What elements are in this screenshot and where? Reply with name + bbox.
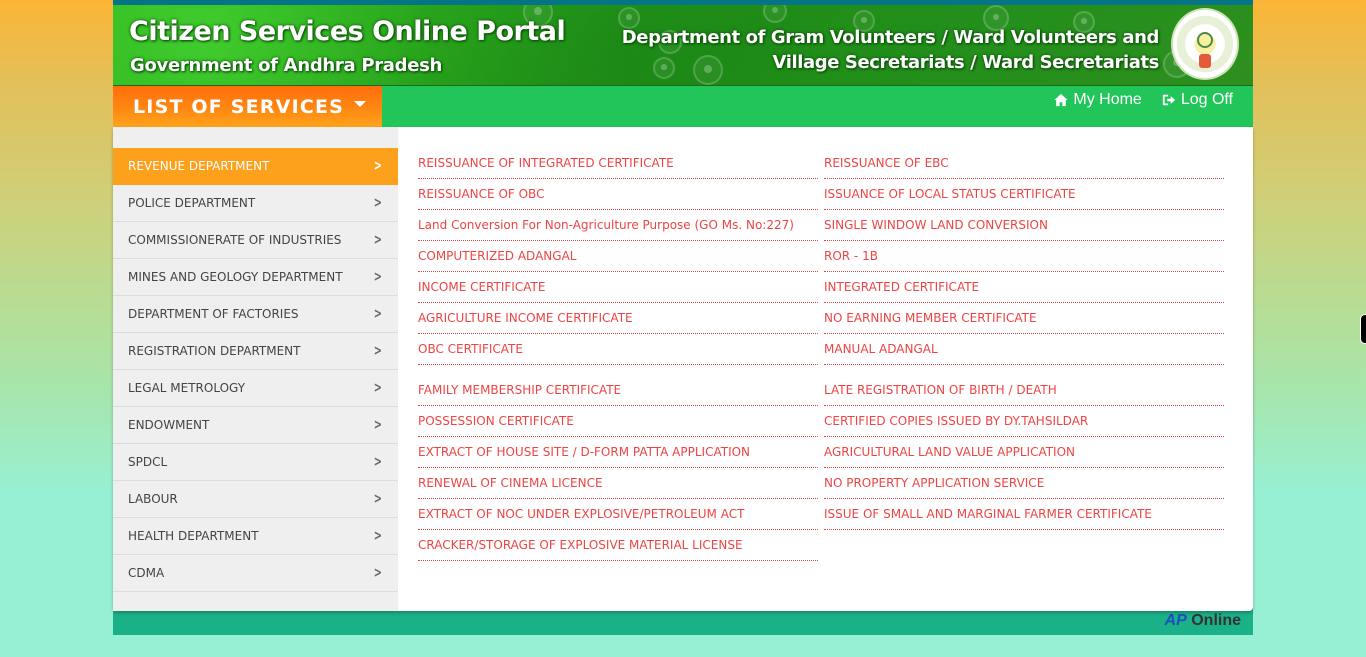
chevron-right-icon: > [374,269,383,285]
service-link[interactable]: AGRICULTURE INCOME CERTIFICATE [418,303,818,334]
sidebar-item-label: REVENUE DEPARTMENT [128,159,270,173]
sidebar-item-label: LABOUR [128,492,178,506]
service-link[interactable]: RENEWAL OF CINEMA LICENCE [418,468,818,499]
chevron-right-icon: > [374,491,383,507]
log-off-link[interactable]: Log Off [1162,91,1233,109]
chevron-right-icon: > [374,417,383,433]
service-link[interactable]: ISSUE OF SMALL AND MARGINAL FARMER CERTI… [824,499,1224,530]
chevron-right-icon: > [374,158,383,174]
sidebar-item[interactable]: CDMA > [113,555,398,592]
sidebar-item-label: REGISTRATION DEPARTMENT [128,344,301,358]
sidebar-item-label: CDMA [128,566,165,580]
list-of-services-label: LIST OF SERVICES [133,95,345,118]
state-emblem-icon [1171,8,1239,80]
service-link[interactable]: NO PROPERTY APPLICATION SERVICE [824,468,1224,499]
sidebar-item-label: HEALTH DEPARTMENT [128,529,259,543]
emblem-wheel [1197,32,1213,48]
nav-bar: LIST OF SERVICES My Home Log Off [113,85,1253,127]
portal-title: Citizen Services Online Portal [129,16,566,47]
service-link[interactable]: AGRICULTURAL LAND VALUE APPLICATION [824,437,1224,468]
service-link[interactable]: CRACKER/STORAGE OF EXPLOSIVE MATERIAL LI… [418,530,818,561]
service-link[interactable]: MANUAL ADANGAL [824,334,1224,365]
sidebar-item-label: COMMISSIONERATE OF INDUSTRIES [128,233,342,247]
sidebar-item-label: MINES AND GEOLOGY DEPARTMENT [128,270,343,284]
chevron-right-icon: > [374,380,383,396]
my-home-link[interactable]: My Home [1054,91,1142,109]
sidebar-item[interactable]: REVENUE DEPARTMENT > [113,148,398,185]
service-link[interactable]: COMPUTERIZED ADANGAL [418,241,818,272]
chevron-right-icon: > [374,232,383,248]
chevron-right-icon: > [374,195,383,211]
main-panel: REVENUE DEPARTMENT > POLICE DEPARTMENT > COM… [113,127,1253,611]
department-title: Department of Gram Volunteers / Ward Vol… [621,25,1160,75]
service-link[interactable]: EXTRACT OF NOC UNDER EXPLOSIVE/PETROLEUM… [418,499,818,530]
ap-online-suffix: Online [1191,612,1241,629]
sidebar-item[interactable]: LABOUR > [113,481,398,518]
side-feedback-tab[interactable] [1360,314,1366,344]
services-panel: REISSUANCE OF INTEGRATED CERTIFICATE REIS… [398,127,1253,611]
decor-bubble [763,5,787,23]
sidebar-item[interactable]: MINES AND GEOLOGY DEPARTMENT > [113,259,398,296]
caret-down-icon [354,101,366,107]
my-home-label: My Home [1073,91,1142,108]
sidebar-item-label: POLICE DEPARTMENT [128,196,256,210]
sidebar-item-label: ENDOWMENT [128,418,210,432]
sidebar-item[interactable]: POLICE DEPARTMENT > [113,185,398,222]
sidebar-item[interactable]: DEPARTMENT OF FACTORIES > [113,296,398,333]
service-link[interactable]: POSSESSION CERTIFICATE [418,406,818,437]
home-icon [1054,93,1068,107]
sidebar-item-label: LEGAL METROLOGY [128,381,246,395]
ap-online-prefix: AP [1164,612,1187,629]
service-link[interactable]: LATE REGISTRATION OF BIRTH / DEATH [824,375,1224,406]
page-wrapper: Citizen Services Online Portal Governmen… [113,0,1253,635]
sidebar-item[interactable]: HEALTH DEPARTMENT > [113,518,398,555]
sidebar-item[interactable]: LEGAL METROLOGY > [113,370,398,407]
sidebar-item[interactable]: SPDCL > [113,444,398,481]
top-links: My Home Log Off [382,86,1253,127]
service-link[interactable]: REISSUANCE OF OBC [418,179,818,210]
chevron-right-icon: > [374,528,383,544]
service-link[interactable]: ROR - 1B [824,241,1224,272]
service-link[interactable]: ISSUANCE OF LOCAL STATUS CERTIFICATE [824,179,1224,210]
portal-subtitle: Government of Andhra Pradesh [130,55,443,76]
service-link[interactable]: REISSUANCE OF INTEGRATED CERTIFICATE [418,148,818,179]
service-link[interactable]: NO EARNING MEMBER CERTIFICATE [824,303,1224,334]
chevron-right-icon: > [374,454,383,470]
emblem-lion-capital [1199,54,1211,68]
sidebar-item-label: SPDCL [128,455,168,469]
sidebar-item[interactable]: ENDOWMENT > [113,407,398,444]
sidebar-item-label: DEPARTMENT OF FACTORIES [128,307,299,321]
chevron-right-icon: > [374,306,383,322]
service-link[interactable]: CERTIFIED COPIES ISSUED BY DY.TAHSILDAR [824,406,1224,437]
service-link[interactable]: FAMILY MEMBERSHIP CERTIFICATE [418,375,818,406]
ap-online-logo: AP Online [1165,612,1241,630]
service-link[interactable]: INTEGRATED CERTIFICATE [824,272,1224,303]
service-link[interactable]: Land Conversion For Non-Agriculture Purp… [418,210,818,241]
service-link[interactable]: INCOME CERTIFICATE [418,272,818,303]
header-banner: Citizen Services Online Portal Governmen… [113,5,1253,85]
department-line-1: Department of Gram Volunteers / Ward Vol… [621,27,1160,48]
service-link[interactable]: SINGLE WINDOW LAND CONVERSION [824,210,1224,241]
sidebar-item[interactable]: REGISTRATION DEPARTMENT > [113,333,398,370]
service-link[interactable]: EXTRACT OF HOUSE SITE / D-FORM PATTA APP… [418,437,818,468]
services-column-right: REISSUANCE OF EBC ISSUANCE OF LOCAL STATU… [824,148,1224,611]
chevron-right-icon: > [374,565,383,581]
service-link[interactable]: REISSUANCE OF EBC [824,148,1224,179]
department-line-2: Village Secretariats / Ward Secretariats [772,52,1159,73]
sidebar-item[interactable]: COMMISSIONERATE OF INDUSTRIES > [113,222,398,259]
sign-out-icon [1162,94,1175,106]
log-off-label: Log Off [1180,91,1233,108]
list-of-services-dropdown[interactable]: LIST OF SERVICES [113,86,382,127]
department-sidebar: REVENUE DEPARTMENT > POLICE DEPARTMENT > COM… [113,127,398,611]
chevron-right-icon: > [374,343,383,359]
services-column-left: REISSUANCE OF INTEGRATED CERTIFICATE REIS… [418,148,818,611]
service-link[interactable]: OBC CERTIFICATE [418,334,818,365]
